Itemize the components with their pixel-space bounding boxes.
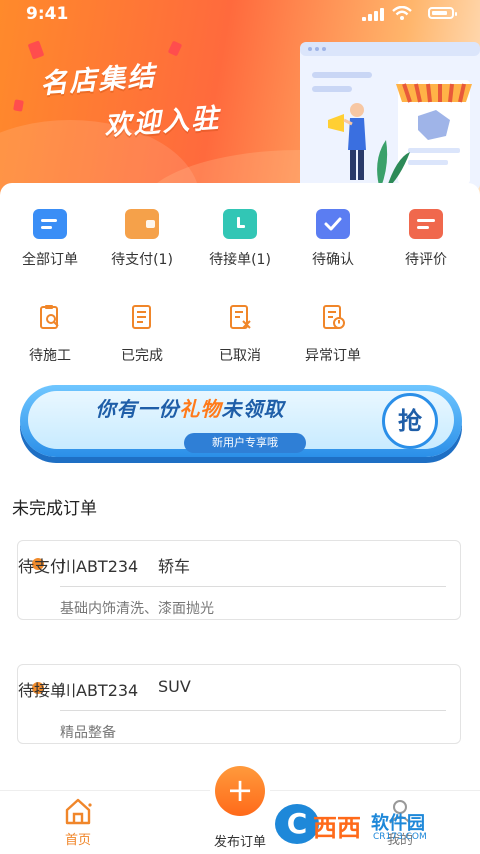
grid-pending-accept[interactable]: 待接单(1) [194,209,286,269]
banner-slogan-line2: 欢迎入驻 [103,102,222,143]
tab-home-label: 首页 [64,833,91,848]
storefront-illustration [300,42,480,190]
comment-icon [409,209,443,239]
grid-label: 已取消 [219,348,261,364]
status-bar: 9:41 [0,0,480,28]
document-alert-icon [323,305,345,329]
red-envelope-icon [13,99,24,112]
check-icon [316,209,350,239]
clipboard-search-icon [40,305,59,329]
grid-label: 已完成 [121,348,163,364]
watermark-domain: CR173.COM [373,832,427,842]
order-description: 精品整备 [60,725,116,741]
order-status: 待支付 [18,557,67,576]
battery-icon [428,7,457,19]
grid-all-orders[interactable]: 全部订单 [4,209,96,269]
order-description: 基础内饰清洗、漆面抛光 [60,601,214,617]
order-card[interactable]: 川ABT234 SUV 待接单 精品整备 [17,664,461,744]
watermark-brand: 西西 [313,814,361,842]
all-orders-icon [33,209,67,239]
grid-pending-confirm[interactable]: 待确认 [287,209,379,269]
divider [60,710,446,711]
wallet-icon [125,209,159,239]
tab-home[interactable]: 首页 [28,791,128,848]
grab-button[interactable]: 抢 [382,393,438,449]
grid-abnormal-orders[interactable]: 异常订单 [287,303,379,365]
order-card[interactable]: 川ABT234 轿车 待支付 基础内饰清洗、漆面抛光 [17,540,461,620]
grid-label: 异常订单 [305,348,361,364]
promo-subtitle: 新用户专享哦 [184,433,306,453]
grid-pending-review[interactable]: 待评价 [380,209,472,269]
red-envelope-icon [27,40,45,60]
signal-icon [362,8,384,21]
grid-pending-construction[interactable]: 待施工 [4,303,96,365]
status-time: 9:41 [26,4,69,24]
red-envelope-icon [167,40,183,57]
grid-label: 待接单(1) [209,252,271,268]
divider [60,586,446,587]
hero-banner[interactable]: 名店集结 欢迎入驻 [0,0,480,200]
watermark-logo: C 西西 软件园 CR173.COM [275,800,465,848]
grid-cancelled[interactable]: 已取消 [194,303,286,365]
section-title-unfinished-orders: 未完成订单 [12,499,97,519]
grid-label: 待确认 [312,252,354,268]
grid-label: 全部订单 [22,252,78,268]
gift-promo-banner[interactable]: 你有一份礼物未领取 新用户专享哦 抢 [20,385,462,469]
clock-icon [223,209,257,239]
grid-pending-payment[interactable]: 待支付(1) [96,209,188,269]
grid-label: 待施工 [29,348,71,364]
grid-completed[interactable]: 已完成 [96,303,188,365]
grid-label: 待支付(1) [111,252,173,268]
document-icon [132,305,151,329]
order-status: 待接单 [18,681,67,700]
promo-headline: 你有一份礼物未领取 [95,397,285,421]
publish-order-button[interactable]: + [215,766,265,816]
wifi-icon [392,6,412,20]
home-icon [65,798,92,825]
grid-label: 待评价 [405,252,447,268]
banner-slogan-line1: 名店集结 [39,60,158,101]
document-cancel-icon [230,305,251,329]
